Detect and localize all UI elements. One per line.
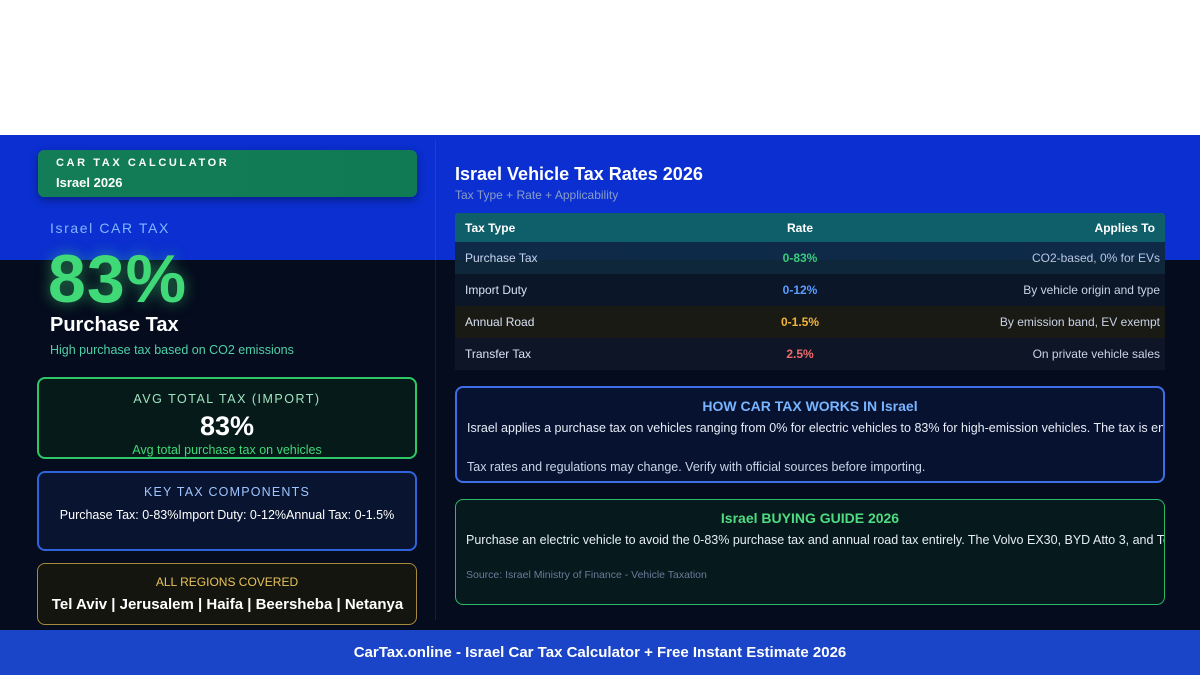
table-row: Transfer Tax 2.5% On private vehicle sal… xyxy=(455,338,1165,370)
components-items: Purchase Tax: 0-83%Import Duty: 0-12%Ann… xyxy=(59,508,395,522)
header-rate: Rate xyxy=(786,221,813,235)
header-applies-to: Applies To xyxy=(1094,221,1155,235)
avg-tax-subtitle: Avg total purchase tax on vehicles xyxy=(132,443,322,457)
table-header: Tax Type Rate Applies To xyxy=(455,213,1165,242)
main-panel: CAR TAX CALCULATOR Israel 2026 Israel CA… xyxy=(0,130,1200,630)
footer-text: CarTax.online - Israel Car Tax Calculato… xyxy=(353,644,847,661)
column-divider xyxy=(435,140,436,620)
how-title: HOW CAR TAX WORKS IN Israel xyxy=(702,398,918,414)
regions-card: ALL REGIONS COVERED xyxy=(37,563,417,625)
buying-guide-box: Israel BUYING GUIDE 2026 Purchase an ele… xyxy=(455,499,1165,605)
guide-text: Purchase an electric vehicle to avoid th… xyxy=(466,533,1165,547)
cell-applies-to: CO2-based, 0% for EVs xyxy=(1031,251,1160,265)
guide-source: Source: Israel Ministry of Finance - Veh… xyxy=(466,569,707,581)
table-row: Purchase Tax 0-83% CO2-based, 0% for EVs xyxy=(455,242,1165,274)
overlay-divider-line xyxy=(0,130,1200,135)
table-row: Import Duty 0-12% By vehicle origin and … xyxy=(455,274,1165,306)
cell-applies-to: By emission band, EV exempt xyxy=(999,315,1160,329)
regions-title: ALL REGIONS COVERED xyxy=(155,575,299,589)
hero-description: High purchase tax based on CO2 emissions xyxy=(50,343,294,357)
footer-bar: CarTax.online - Israel Car Tax Calculato… xyxy=(0,630,1200,675)
regions-list: Tel Aviv | Jerusalem | Haifa | Beersheba… xyxy=(51,596,404,613)
how-it-works-box: HOW CAR TAX WORKS IN Israel Israel appli… xyxy=(455,386,1165,483)
how-note: Tax rates and regulations may change. Ve… xyxy=(467,460,926,474)
calculator-badge: CAR TAX CALCULATOR Israel 2026 xyxy=(38,150,417,197)
cell-applies-to: On private vehicle sales xyxy=(1032,347,1160,361)
avg-tax-title: AVG TOTAL TAX (IMPORT) xyxy=(133,392,321,406)
hero-heading: Purchase Tax xyxy=(50,314,179,336)
components-title: KEY TAX COMPONENTS xyxy=(143,485,311,499)
how-text: Israel applies a purchase tax on vehicle… xyxy=(467,421,1165,435)
rates-subtitle: Tax Type + Rate + Applicability xyxy=(455,188,619,202)
rates-table: Tax Type Rate Applies To Purchase Tax 0-… xyxy=(455,213,1165,370)
cell-applies-to: By vehicle origin and type xyxy=(1023,283,1160,297)
hero-value: 83% xyxy=(48,241,188,317)
tax-components-card: KEY TAX COMPONENTS Purchase Tax: 0-83%Im… xyxy=(37,471,417,551)
badge-title: CAR TAX CALCULATOR xyxy=(56,157,230,169)
avg-tax-card: AVG TOTAL TAX (IMPORT) 83% Avg total pur… xyxy=(37,377,417,459)
avg-tax-value: 83% xyxy=(199,411,255,441)
badge-subtitle: Israel 2026 xyxy=(56,175,123,190)
rates-title: Israel Vehicle Tax Rates 2026 xyxy=(455,164,703,184)
table-row: Annual Road 0-1.5% By emission band, EV … xyxy=(455,306,1165,338)
guide-title: Israel BUYING GUIDE 2026 xyxy=(720,510,900,526)
hero-label: Israel CAR TAX xyxy=(50,220,170,236)
